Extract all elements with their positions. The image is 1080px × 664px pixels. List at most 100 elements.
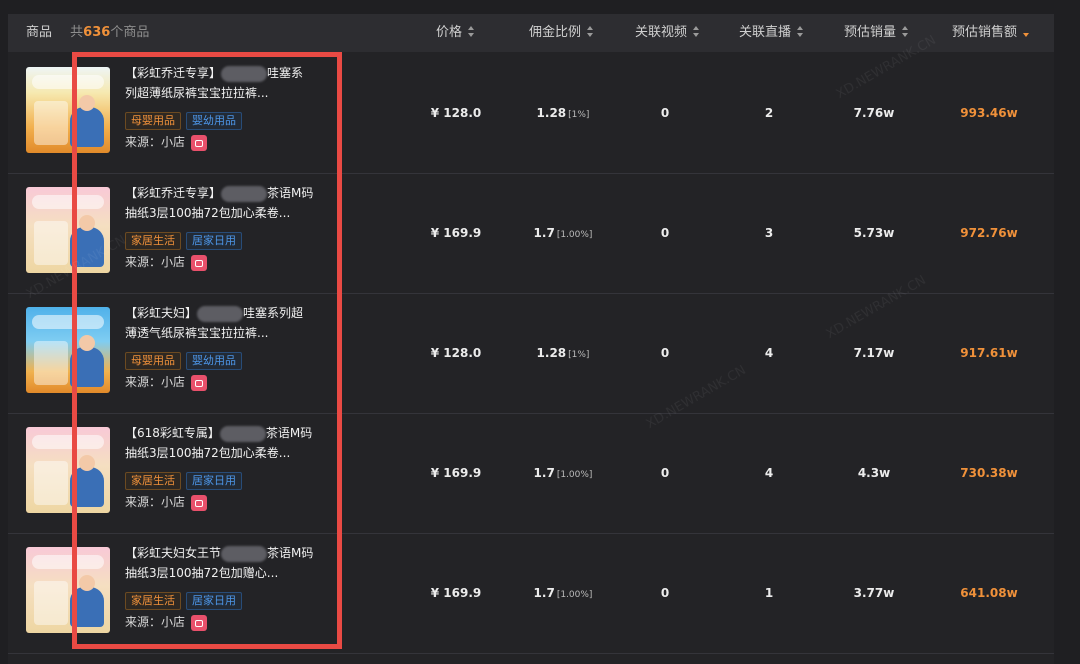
thumb-band xyxy=(32,195,104,209)
sort-icon[interactable] xyxy=(797,26,804,37)
thumb-pack xyxy=(34,581,68,625)
lives-cell: 1 xyxy=(764,586,774,600)
commission-value: 1.28 xyxy=(536,106,567,120)
est-sales-cell: 5.73w xyxy=(853,226,895,240)
tag-group: 母婴用品 婴幼用品 xyxy=(125,109,247,130)
sort-icon[interactable] xyxy=(693,26,700,37)
tag-group: 家居生活 居家日用 xyxy=(125,469,247,490)
redacted-blur xyxy=(221,65,268,82)
est-revenue-cell: 972.76w xyxy=(960,226,1018,240)
tag-group: 家居生活 居家日用 xyxy=(125,229,247,250)
commission-value: 1.28 xyxy=(536,346,567,360)
lives-cell: 2 xyxy=(764,106,774,120)
header-total-prefix: 共 xyxy=(70,25,84,40)
lives-cell: 4 xyxy=(764,346,774,360)
table-row[interactable]: 【彩虹乔迁专享】 哇塞系列超薄纸尿裤宝宝拉拉裤... 母婴用品 婴幼用品 来源：小店 ¥ … xyxy=(8,53,1054,174)
category-tag[interactable]: 家居生活 xyxy=(125,232,181,250)
product-title[interactable]: 【彩虹夫妇女王节 茶语M码抽纸3层100抽72包加赠心... xyxy=(125,543,315,583)
thumb-figure xyxy=(70,455,104,507)
thumb-pack xyxy=(34,341,68,385)
est-revenue-cell: 993.46w xyxy=(960,106,1018,120)
price-cell: ¥ 169.9 xyxy=(430,586,482,600)
product-thumbnail[interactable] xyxy=(26,427,110,513)
product-title-part: 【彩虹乔迁专享】 xyxy=(125,186,222,200)
header-est-revenue[interactable]: 预估销售额 xyxy=(952,14,1030,52)
table-row[interactable]: 【彩虹夫妇】 哇塞系列超薄透气纸尿裤宝宝拉拉裤... 母婴用品 婴幼用品 来源：小店 ¥ … xyxy=(8,293,1054,414)
redacted-blur xyxy=(221,185,268,202)
videos-cell: 0 xyxy=(660,586,670,600)
shop-icon[interactable] xyxy=(191,494,208,511)
redacted-blur xyxy=(219,425,266,442)
product-title[interactable]: 【彩虹乔迁专享】 哇塞系列超薄纸尿裤宝宝拉拉裤... xyxy=(125,63,315,103)
thumb-figure xyxy=(70,95,104,147)
shop-icon[interactable] xyxy=(191,254,208,271)
commission-value: 1.7 xyxy=(533,466,555,480)
thumb-band xyxy=(32,75,104,89)
subcategory-tag[interactable]: 居家日用 xyxy=(186,592,242,610)
category-tag[interactable]: 母婴用品 xyxy=(125,112,181,130)
sort-desc-icon[interactable] xyxy=(1023,26,1030,37)
source-label: 来源：小店 xyxy=(125,255,186,269)
thumb-figure xyxy=(70,335,104,387)
commission-percent: [1%] xyxy=(568,350,590,360)
source-line: 来源：小店 xyxy=(125,253,208,271)
sort-icon[interactable] xyxy=(468,26,475,37)
commission-value: 1.7 xyxy=(533,226,555,240)
header-price[interactable]: 价格 xyxy=(436,14,475,52)
shop-icon[interactable] xyxy=(191,134,208,151)
subcategory-tag[interactable]: 婴幼用品 xyxy=(186,352,242,370)
category-tag[interactable]: 家居生活 xyxy=(125,592,181,610)
thumb-pack xyxy=(34,221,68,265)
thumb-band xyxy=(32,555,104,569)
thumb-pack xyxy=(34,461,68,505)
table-row[interactable]: 【618彩虹专属】 茶语M码抽纸3层100抽72包加心柔卷... 家居生活 居家日用来… xyxy=(8,413,1054,534)
source-label: 来源：小店 xyxy=(125,375,186,389)
product-thumbnail[interactable] xyxy=(26,547,110,633)
subcategory-tag[interactable]: 婴幼用品 xyxy=(186,112,242,130)
header-videos-label: 关联视频 xyxy=(635,25,688,40)
source-label: 来源：小店 xyxy=(125,135,186,149)
header-est-sales[interactable]: 预估销量 xyxy=(844,14,909,52)
source-line: 来源：小店 xyxy=(125,493,208,511)
subcategory-tag[interactable]: 居家日用 xyxy=(186,232,242,250)
table-header: 商品 共636个商品 价格 佣金比例 关联视频 关联直播 预估销量 预估销售额 xyxy=(8,14,1054,52)
product-title-part: 【彩虹夫妇】 xyxy=(125,306,198,320)
header-product: 商品 共636个商品 xyxy=(26,14,149,52)
source-line: 来源：小店 xyxy=(125,373,208,391)
thumb-band xyxy=(32,435,104,449)
header-lives[interactable]: 关联直播 xyxy=(739,14,804,52)
thumb-band xyxy=(32,315,104,329)
product-title[interactable]: 【彩虹夫妇】 哇塞系列超薄透气纸尿裤宝宝拉拉裤... xyxy=(125,303,315,343)
header-lives-label: 关联直播 xyxy=(739,25,792,40)
thumb-figure xyxy=(70,575,104,627)
tag-group: 母婴用品 婴幼用品 xyxy=(125,349,247,370)
est-revenue-cell: 730.38w xyxy=(960,466,1018,480)
header-videos[interactable]: 关联视频 xyxy=(635,14,700,52)
commission-percent: [1.00%] xyxy=(556,470,593,480)
table-row[interactable]: 【彩虹乔迁专享】 茶语M码抽纸3层100抽72包加心柔卷... 家居生活 居家日用 来源… xyxy=(8,173,1054,294)
table-row[interactable]: 【彩虹夫妇女王节 茶语M码抽纸3层100抽72包加赠心... 家居生活 居家日用 来源：… xyxy=(8,533,1054,654)
product-thumbnail[interactable] xyxy=(26,307,110,393)
redacted-blur xyxy=(197,305,244,322)
product-title-part: 【彩虹夫妇女王节 xyxy=(125,546,222,560)
est-revenue-cell: 641.08w xyxy=(960,586,1018,600)
videos-cell: 0 xyxy=(660,106,670,120)
product-title[interactable]: 【彩虹乔迁专享】 茶语M码抽纸3层100抽72包加心柔卷... xyxy=(125,183,315,223)
thumb-pack xyxy=(34,101,68,145)
header-price-label: 价格 xyxy=(436,25,463,40)
product-title[interactable]: 【618彩虹专属】 茶语M码抽纸3层100抽72包加心柔卷... xyxy=(125,423,315,463)
commission-cell: 1.7 [1.00%] xyxy=(508,413,618,533)
commission-percent: [1.00%] xyxy=(556,590,593,600)
source-label: 来源：小店 xyxy=(125,615,186,629)
shop-icon[interactable] xyxy=(191,374,208,391)
commission-cell: 1.28 [1%] xyxy=(508,53,618,173)
header-total-suffix: 个商品 xyxy=(110,25,150,40)
category-tag[interactable]: 母婴用品 xyxy=(125,352,181,370)
category-tag[interactable]: 家居生活 xyxy=(125,472,181,490)
subcategory-tag[interactable]: 居家日用 xyxy=(186,472,242,490)
product-thumbnail[interactable] xyxy=(26,67,110,153)
shop-icon[interactable] xyxy=(191,614,208,631)
header-commission[interactable]: 佣金比例 xyxy=(529,14,594,52)
sort-icon[interactable] xyxy=(902,26,909,37)
sort-icon[interactable] xyxy=(587,26,594,37)
